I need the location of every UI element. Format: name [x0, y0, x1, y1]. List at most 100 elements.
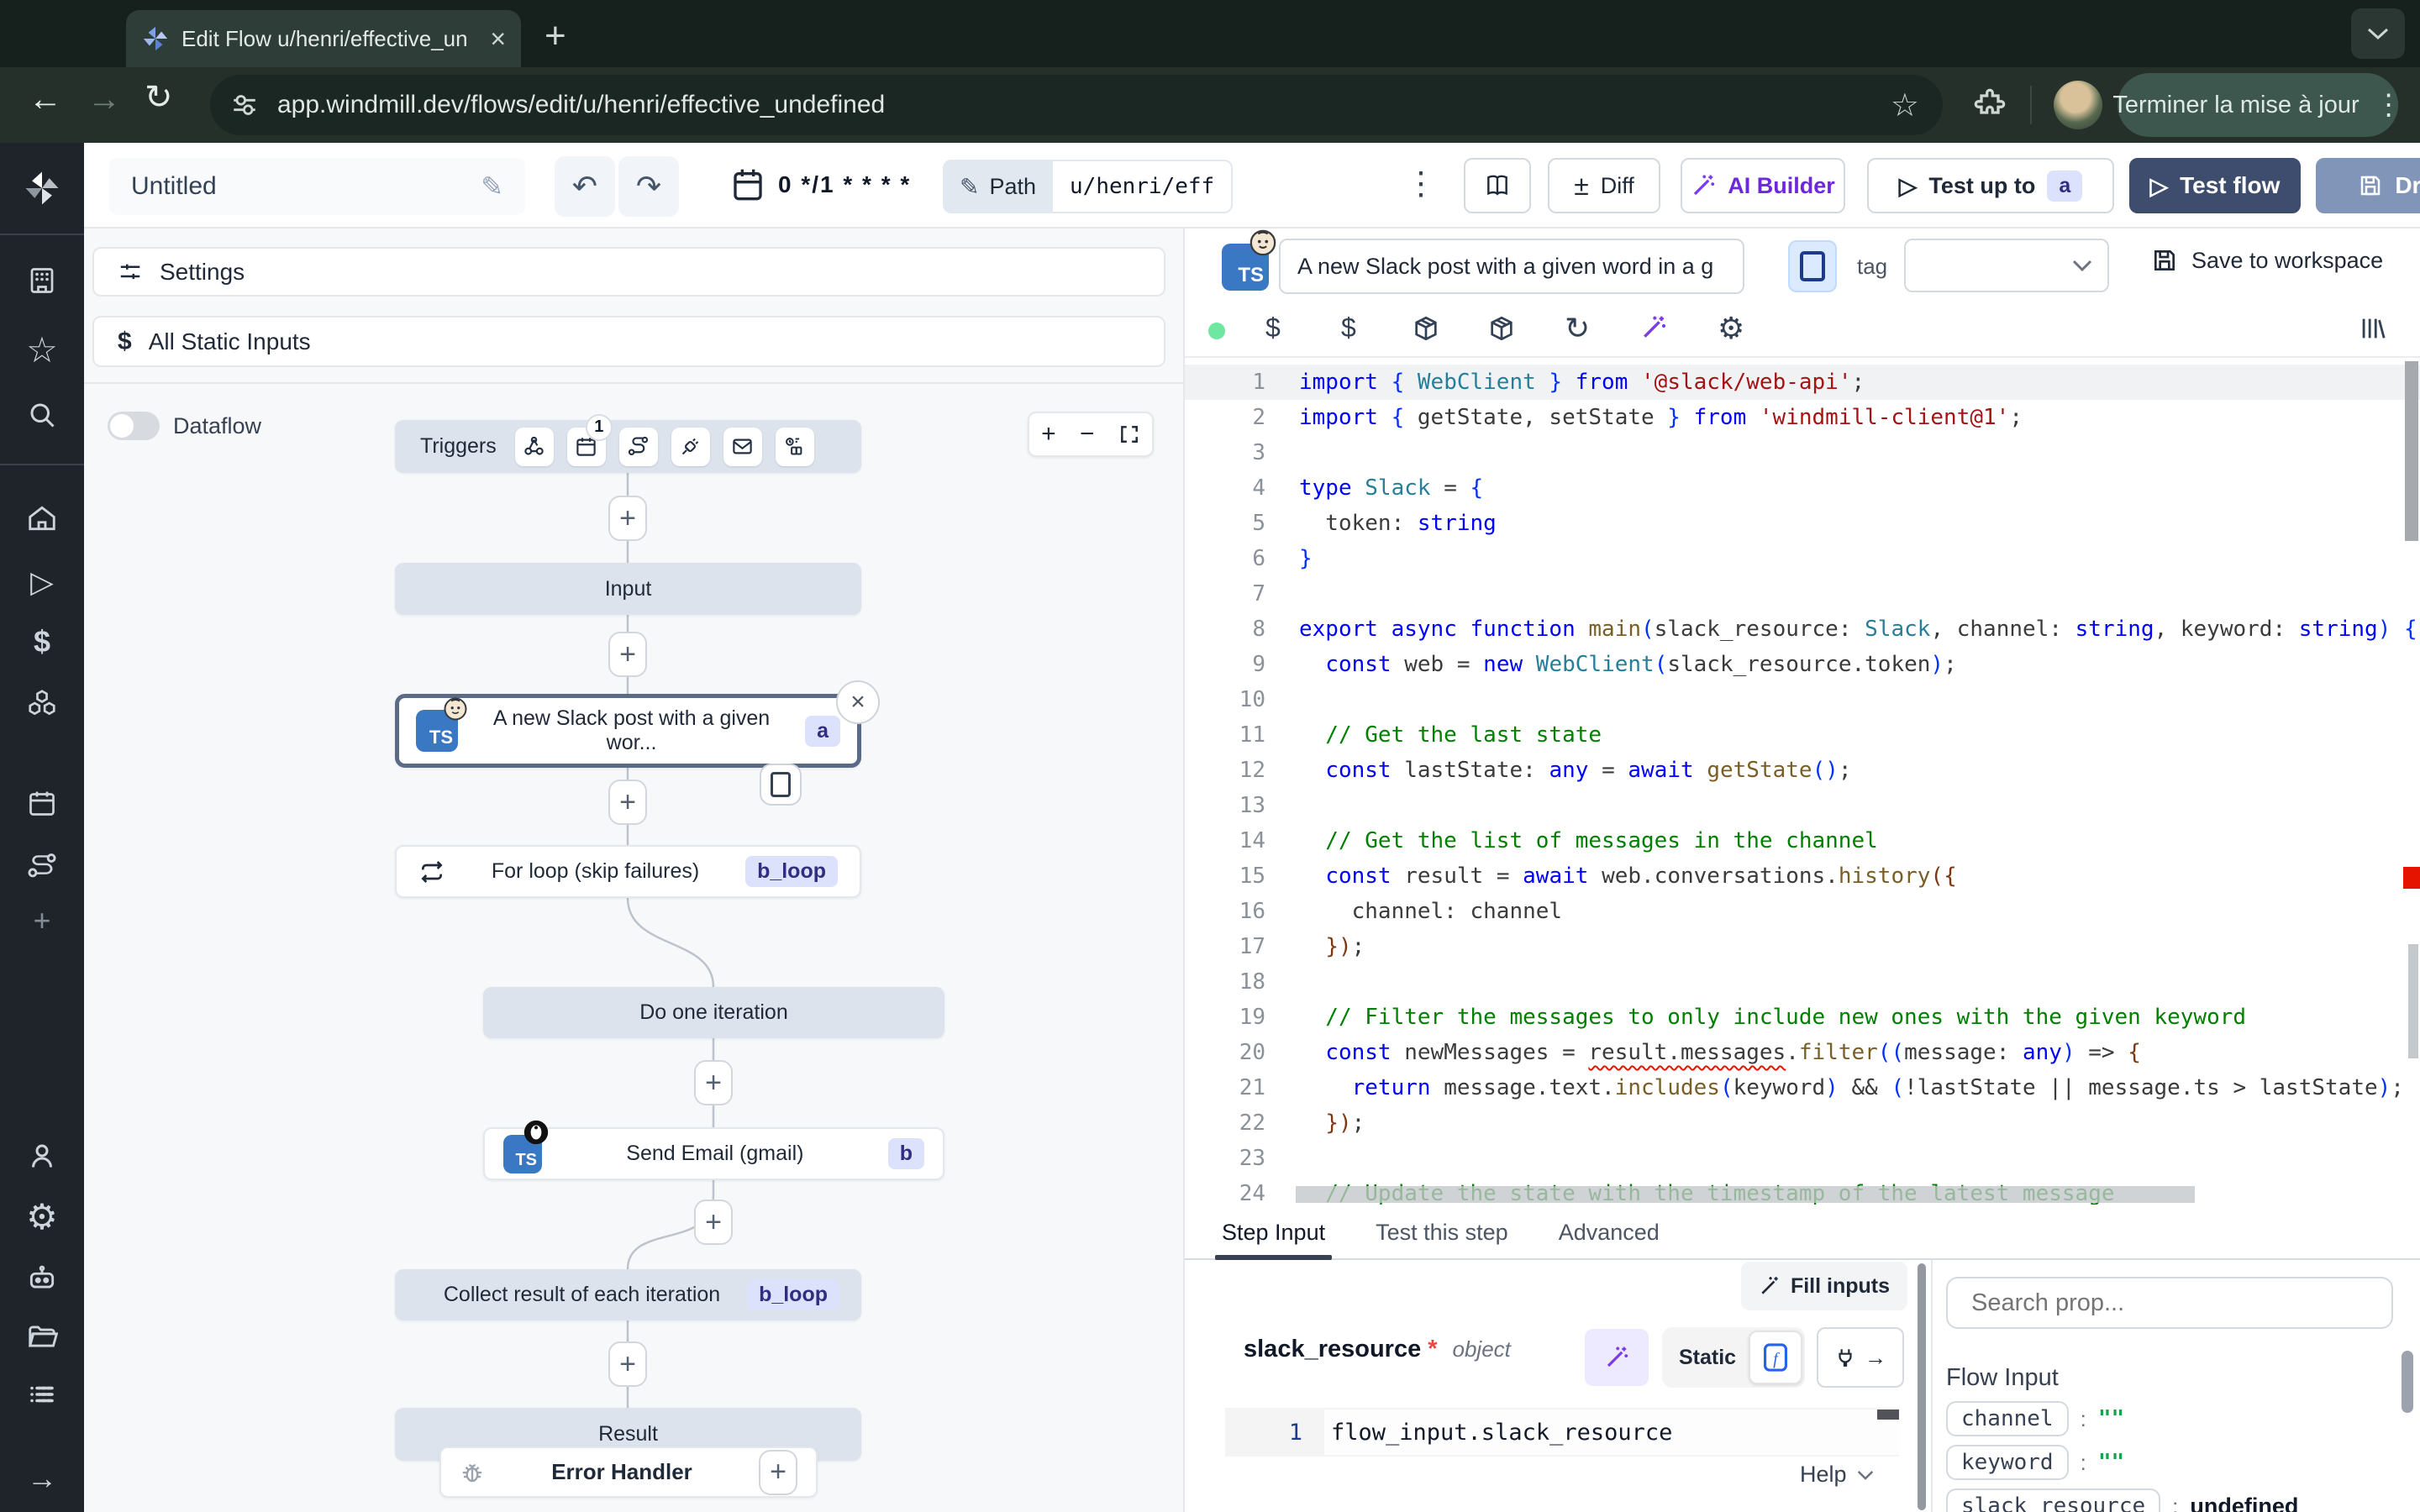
reload-icon[interactable]	[1565, 311, 1590, 346]
forward-icon[interactable]	[87, 82, 121, 116]
ai-builder-button[interactable]: AI Builder	[1681, 158, 1845, 213]
add-step-button[interactable]	[694, 1200, 733, 1245]
add-step-button[interactable]	[694, 1060, 733, 1105]
add-step-button[interactable]	[608, 496, 647, 541]
webhook-trigger-icon[interactable]	[515, 428, 554, 466]
remove-step-button[interactable]	[836, 680, 880, 724]
windmill-logo[interactable]	[0, 166, 84, 210]
address-bar[interactable]: app.windmill.dev/flows/edit/u/henri/effe…	[210, 75, 1943, 135]
cubes-icon[interactable]	[0, 687, 84, 719]
flow-name-field[interactable]: Untitled	[109, 158, 525, 215]
input-node[interactable]: Input	[395, 563, 861, 615]
tab-test-this-step[interactable]: Test this step	[1376, 1220, 1508, 1246]
dollar-icon[interactable]: $	[0, 627, 84, 657]
editor-mode-toggle[interactable]	[1788, 240, 1837, 292]
more-options-icon[interactable]	[1405, 165, 1437, 202]
window-chevron-button[interactable]	[2351, 8, 2405, 59]
back-icon[interactable]	[29, 82, 62, 116]
tab-step-input[interactable]: Step Input	[1222, 1220, 1325, 1246]
user-icon[interactable]	[0, 1141, 84, 1171]
prop-pill[interactable]: keyword	[1946, 1445, 2069, 1480]
static-expr-toggle[interactable]: Static f	[1662, 1327, 1805, 1388]
extensions-icon[interactable]	[1973, 87, 2007, 121]
forloop-node[interactable]: For loop (skip failures) b_loop	[395, 845, 861, 898]
fill-inputs-button[interactable]: Fill inputs	[1741, 1262, 1907, 1310]
play-icon[interactable]: ▷	[0, 567, 84, 597]
browser-tab[interactable]: Edit Flow u/henri/effective_un	[126, 10, 521, 67]
function-mode-chip[interactable]: f	[1749, 1331, 1802, 1384]
save-to-workspace-button[interactable]: Save to workspace	[2151, 247, 2383, 274]
settings-card[interactable]: Settings	[92, 247, 1165, 297]
bookmark-star-icon[interactable]: ☆	[1891, 87, 1919, 124]
tab-close-icon[interactable]	[490, 24, 506, 55]
route-icon[interactable]	[0, 850, 84, 882]
diff-button[interactable]: Diff	[1548, 158, 1660, 213]
package-icon[interactable]	[1412, 314, 1440, 343]
cron-schedule[interactable]: 0 */1 * * * *	[778, 171, 911, 198]
home-icon[interactable]	[0, 502, 84, 534]
help-toggle[interactable]: Help	[1800, 1462, 1874, 1488]
add-error-handler-button[interactable]	[759, 1450, 797, 1495]
reload-icon[interactable]	[145, 81, 173, 114]
expr-editor[interactable]: 1 flow_input.slack_resource	[1225, 1408, 1899, 1457]
plug-trigger-icon[interactable]	[671, 428, 710, 466]
update-browser-button[interactable]: Terminer la mise à jour	[2118, 73, 2398, 137]
editor-scrollbar-thumb[interactable]	[2405, 361, 2418, 541]
gear-icon[interactable]	[1718, 311, 1744, 346]
schedule-trigger-icon[interactable]: 1	[567, 428, 606, 466]
editor-hscrollbar-thumb[interactable]	[1296, 1186, 2195, 1203]
prop-pill[interactable]: slack_resource	[1946, 1488, 2160, 1512]
route-trigger-icon[interactable]	[619, 428, 658, 466]
do-one-iteration-node[interactable]: Do one iteration	[483, 987, 944, 1038]
plus-icon[interactable]: +	[0, 906, 84, 936]
email-trigger-icon[interactable]	[723, 428, 762, 466]
add-step-button[interactable]	[608, 1341, 647, 1387]
tab-advanced[interactable]: Advanced	[1559, 1220, 1660, 1246]
site-settings-icon[interactable]	[230, 91, 259, 119]
building-icon[interactable]	[0, 265, 84, 296]
add-step-button[interactable]	[608, 780, 647, 825]
tag-dropdown[interactable]	[1904, 239, 2109, 292]
step-summary-input[interactable]	[1279, 239, 1744, 294]
search-prop-input[interactable]	[1946, 1277, 2393, 1329]
browser-menu-icon[interactable]	[2375, 88, 2403, 122]
add-step-button[interactable]	[608, 632, 647, 677]
error-handler-node[interactable]: Error Handler	[439, 1446, 818, 1498]
static-inputs-card[interactable]: $ All Static Inputs	[92, 316, 1165, 367]
resources-icon[interactable]	[1341, 312, 1356, 344]
package-icon[interactable]	[1487, 314, 1516, 343]
triggers-node[interactable]: Triggers 1	[395, 420, 861, 473]
new-tab-icon[interactable]	[544, 15, 566, 57]
path-chip[interactable]: Path u/henri/eff	[943, 160, 1233, 213]
arrow-right-icon[interactable]: →	[0, 1463, 84, 1494]
list-icon[interactable]	[0, 1379, 84, 1410]
docs-button[interactable]	[1464, 158, 1531, 213]
search-icon[interactable]	[0, 400, 84, 430]
send-email-node[interactable]: TS Send Email (gmail) b	[483, 1127, 944, 1180]
form-scrollbar-thumb[interactable]	[1918, 1263, 1926, 1510]
collect-result-node[interactable]: Collect result of each iteration b_loop	[395, 1269, 861, 1320]
poll-trigger-icon[interactable]	[776, 428, 814, 466]
folder-icon[interactable]	[0, 1320, 84, 1352]
draft-button[interactable]: Draft	[2316, 158, 2420, 213]
ai-fill-button[interactable]	[1585, 1329, 1649, 1386]
run-preview-chip[interactable]	[760, 764, 802, 806]
magic-wand-icon[interactable]	[1640, 314, 1667, 341]
code-editor[interactable]: 1import { WebClient } from '@slack/web-a…	[1185, 360, 2420, 1205]
connect-input-button[interactable]: →	[1817, 1327, 1904, 1388]
slack-step-node[interactable]: TS A new Slack post with a given wor... …	[395, 694, 861, 768]
redo-button[interactable]	[618, 156, 679, 217]
test-up-to-button[interactable]: Test up to a	[1867, 158, 2114, 213]
schedule-calendar-icon[interactable]	[731, 166, 765, 203]
prop-pill[interactable]: channel	[1946, 1401, 2069, 1436]
robot-icon[interactable]	[0, 1262, 84, 1294]
test-flow-button[interactable]: Test flow	[2129, 158, 2301, 213]
undo-button[interactable]	[555, 156, 615, 217]
props-scrollbar-thumb[interactable]	[2402, 1351, 2413, 1413]
star-icon[interactable]: ☆	[0, 333, 84, 368]
editor-ruler-thumb[interactable]	[2408, 944, 2418, 1058]
calendar-icon[interactable]	[0, 788, 84, 818]
gear-icon[interactable]: ⚙	[0, 1200, 84, 1235]
library-icon[interactable]	[2358, 314, 2386, 343]
variables-icon[interactable]	[1265, 312, 1281, 344]
